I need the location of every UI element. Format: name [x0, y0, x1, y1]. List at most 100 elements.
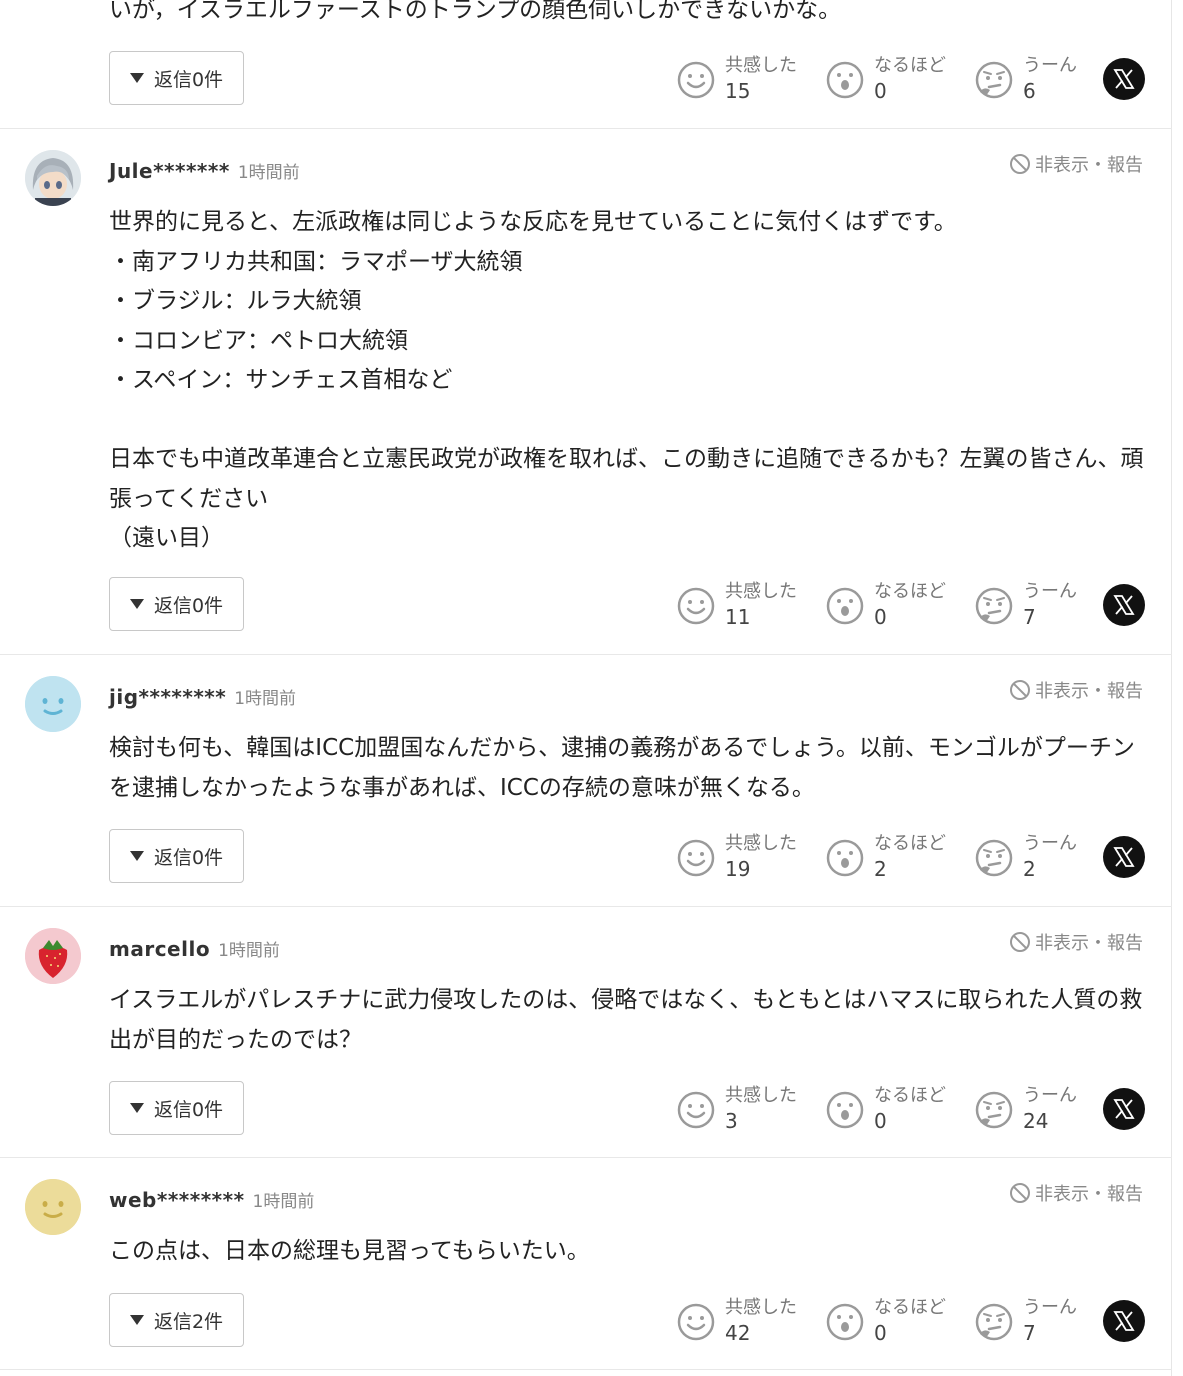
comment-item: いが，イスラエルファーストのトランプの顔色伺いしかできないかな。 返信0件 共感… — [0, 0, 1172, 129]
reply-label: 返信2件 — [153, 1310, 224, 1333]
empathy-label: 共感した — [725, 1085, 797, 1106]
hmm-count: 2 — [1023, 857, 1036, 881]
smiley-avatar-icon — [25, 676, 81, 732]
reply-toggle-button[interactable]: 返信2件 — [109, 1293, 244, 1347]
triangle-down-icon — [129, 599, 144, 609]
hide-report-link[interactable]: 非表示・報告 — [1009, 677, 1143, 703]
report-label: 非表示・報告 — [1035, 681, 1143, 702]
insight-label: なるほど — [874, 55, 946, 76]
surprised-face-icon — [826, 587, 864, 625]
empathy-count: 19 — [725, 857, 751, 881]
smile-face-icon — [677, 839, 715, 877]
user-name[interactable]: Jule******* — [109, 159, 230, 183]
x-logo-icon — [1113, 1099, 1135, 1119]
prohibited-icon — [1010, 680, 1030, 700]
user-row: marcello 1時間前 — [109, 936, 280, 962]
insight-count: 0 — [874, 79, 887, 103]
empathy-label: 共感した — [725, 833, 797, 854]
report-label: 非表示・報告 — [1035, 1184, 1143, 1205]
insight-label: なるほど — [874, 581, 946, 602]
hmm-count: 6 — [1023, 79, 1036, 103]
insight-label: なるほど — [874, 833, 946, 854]
x-logo-icon — [1113, 847, 1135, 867]
triangle-down-icon — [129, 851, 144, 861]
hmm-label: うーん — [1023, 833, 1077, 854]
hmm-count: 24 — [1023, 1109, 1049, 1133]
smile-face-icon — [677, 587, 715, 625]
x-logo-icon — [1113, 69, 1135, 89]
user-name[interactable]: web******** — [109, 1188, 245, 1212]
reply-label: 返信0件 — [153, 846, 224, 869]
avatar[interactable] — [25, 1179, 81, 1235]
smiley-avatar-icon — [25, 1179, 81, 1235]
thinking-face-icon — [975, 1091, 1013, 1129]
timestamp: 1時間前 — [252, 1192, 315, 1212]
thinking-face-icon — [975, 587, 1013, 625]
reply-label: 返信0件 — [153, 594, 224, 617]
triangle-down-icon — [129, 73, 144, 83]
hmm-label: うーん — [1023, 1297, 1077, 1318]
share-x-button[interactable] — [1103, 1300, 1145, 1342]
avatar[interactable] — [25, 150, 81, 206]
anime-character-avatar-icon — [25, 150, 81, 206]
reply-toggle-button[interactable]: 返信0件 — [109, 1081, 244, 1135]
empathy-label: 共感した — [725, 55, 797, 76]
timestamp: 1時間前 — [234, 689, 297, 709]
triangle-down-icon — [129, 1315, 144, 1325]
insight-count: 0 — [874, 605, 887, 629]
empathy-count: 3 — [725, 1109, 738, 1133]
prohibited-icon — [1010, 1183, 1030, 1203]
comment-text: イスラエルがパレスチナに武力侵攻したのは、侵略ではなく、もともとはハマスに取られ… — [109, 987, 1143, 1053]
timestamp: 1時間前 — [237, 163, 300, 183]
user-name[interactable]: marcello — [109, 937, 210, 961]
share-x-button[interactable] — [1103, 584, 1145, 626]
hmm-count: 7 — [1023, 605, 1036, 629]
comment-item: jig******** 1時間前 非表示・報告 検討も何も、韓国はICC加盟国な… — [0, 655, 1172, 907]
hide-report-link[interactable]: 非表示・報告 — [1009, 929, 1143, 955]
smile-face-icon — [677, 1303, 715, 1341]
comment-list: いが，イスラエルファーストのトランプの顔色伺いしかできないかな。 返信0件 共感… — [0, 0, 1172, 1376]
prohibited-icon — [1010, 154, 1030, 174]
report-label: 非表示・報告 — [1035, 933, 1143, 954]
surprised-face-icon — [826, 1303, 864, 1341]
insight-label: なるほど — [874, 1085, 946, 1106]
comment-text: 世界的に見ると、左派政権は同じような反応を見せていることに気付くはずです。 ・南… — [109, 209, 1144, 551]
user-name[interactable]: jig******** — [109, 685, 226, 709]
comment-text: この点は、日本の総理も見習ってもらいたい。 — [109, 1238, 590, 1264]
triangle-down-icon — [129, 1103, 144, 1113]
share-x-button[interactable] — [1103, 58, 1145, 100]
reply-label: 返信0件 — [153, 68, 224, 91]
share-x-button[interactable] — [1103, 836, 1145, 878]
reply-toggle-button[interactable]: 返信0件 — [109, 829, 244, 883]
user-row: jig******** 1時間前 — [109, 684, 296, 710]
comment-item: Jule******* 1時間前 非表示・報告 世界的に見ると、左派政権は同じよ… — [0, 129, 1172, 655]
comment-text: 検討も何も、韓国はICC加盟国なんだから、逮捕の義務があるでしょう。以前、モンゴ… — [109, 735, 1135, 801]
strawberry-avatar-icon — [25, 928, 81, 984]
hmm-count: 7 — [1023, 1321, 1036, 1345]
empathy-count: 42 — [725, 1321, 751, 1345]
thinking-face-icon — [975, 839, 1013, 877]
insight-count: 2 — [874, 857, 887, 881]
user-row: web******** 1時間前 — [109, 1187, 314, 1213]
surprised-face-icon — [826, 839, 864, 877]
thinking-face-icon — [975, 1303, 1013, 1341]
hmm-label: うーん — [1023, 55, 1077, 76]
comment-item: marcello 1時間前 非表示・報告 イスラエルがパレスチナに武力侵攻したの… — [0, 907, 1172, 1158]
hmm-label: うーん — [1023, 581, 1077, 602]
reply-toggle-button[interactable]: 返信0件 — [109, 51, 244, 105]
timestamp: 1時間前 — [218, 941, 280, 961]
avatar[interactable] — [25, 676, 81, 732]
insight-count: 0 — [874, 1321, 887, 1345]
share-x-button[interactable] — [1103, 1088, 1145, 1130]
thinking-face-icon — [975, 61, 1013, 99]
smile-face-icon — [677, 1091, 715, 1129]
avatar[interactable] — [25, 928, 81, 984]
scrollbar-track[interactable] — [1172, 0, 1183, 1376]
surprised-face-icon — [826, 1091, 864, 1129]
hide-report-link[interactable]: 非表示・報告 — [1009, 151, 1143, 177]
comment-item: web******** 1時間前 非表示・報告 この点は、日本の総理も見習っても… — [0, 1158, 1172, 1370]
prohibited-icon — [1010, 932, 1030, 952]
reply-toggle-button[interactable]: 返信0件 — [109, 577, 244, 631]
hide-report-link[interactable]: 非表示・報告 — [1009, 1180, 1143, 1206]
comment-text: いが，イスラエルファーストのトランプの顔色伺いしかできないかな。 — [109, 0, 842, 23]
